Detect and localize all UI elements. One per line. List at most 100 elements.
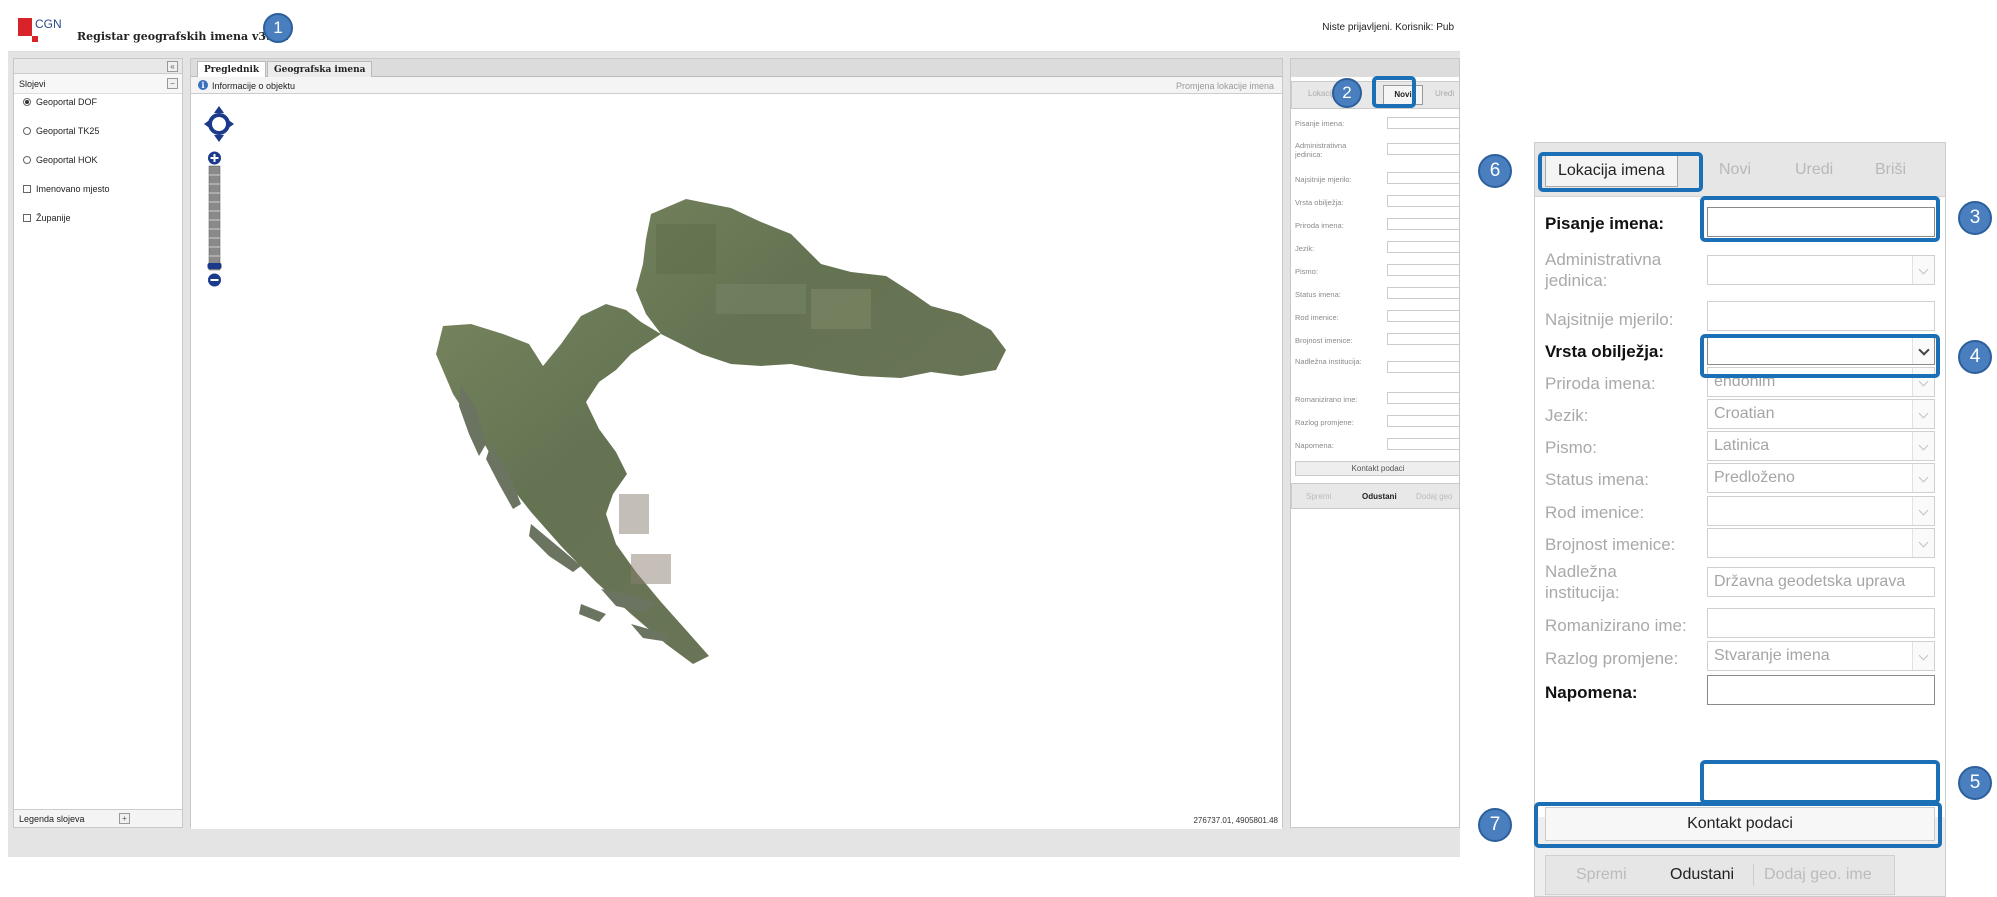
tab-brisi[interactable]: Briši <box>1863 155 1918 187</box>
input-napomena[interactable] <box>1707 675 1935 705</box>
select-razlog-promjene[interactable]: Stvaranje imena <box>1707 641 1935 671</box>
collapse-panel-button[interactable]: « <box>167 61 178 72</box>
label-jezik: Jezik: <box>1545 406 1589 425</box>
tab-uredi-small[interactable]: Uredi <box>1435 89 1454 98</box>
field-input-small[interactable] <box>1387 264 1459 276</box>
chevron-down-icon[interactable] <box>1912 256 1934 284</box>
info-icon[interactable]: i <box>198 80 208 90</box>
select-status-imena[interactable]: Predloženo <box>1707 463 1935 493</box>
select-value: Predloženo <box>1714 469 1795 486</box>
app-header: CGN Registar geografskih imena v3.2.1 Ni… <box>8 8 1460 52</box>
croatia-satellite-map[interactable] <box>431 194 1021 669</box>
expand-legend-button[interactable]: + <box>119 813 130 824</box>
label-najsitnije-mjerilo: Najsitnije mjerilo: <box>1545 310 1674 329</box>
input-romanizirano-ime[interactable] <box>1707 608 1935 638</box>
field-input-small[interactable] <box>1387 143 1459 155</box>
callout-badge-3: 3 <box>1958 201 1992 235</box>
tab-uredi[interactable]: Uredi <box>1783 155 1845 187</box>
dodaj-geo-button-small[interactable]: Dodaj geo <box>1416 492 1452 501</box>
layer-label: Geoportal DOF <box>36 97 98 107</box>
screenshot-canvas: CGN Registar geografskih imena v3.2.1 Ni… <box>0 0 1997 897</box>
field-input-small[interactable] <box>1387 392 1459 404</box>
input-najsitnije-mjerilo[interactable] <box>1707 301 1935 331</box>
odustani-button-small[interactable]: Odustani <box>1362 492 1397 501</box>
field-label-small: Administrativna jedinica: <box>1295 141 1347 159</box>
highlight-vrsta-obiljezja <box>1700 334 1940 378</box>
spremi-button-small[interactable]: Spremi <box>1306 492 1331 501</box>
label-nadlezna-institucija: Nadležna institucija: <box>1545 562 1620 602</box>
dodaj-geo-ime-button[interactable]: Dodaj geo. ime <box>1764 866 1872 884</box>
chevron-down-icon[interactable] <box>1912 497 1934 525</box>
radio-selected-icon[interactable] <box>23 98 31 106</box>
tab-preglednik[interactable]: Preglednik <box>197 61 267 77</box>
field-input-small[interactable] <box>1387 195 1459 207</box>
field-input-small[interactable] <box>1387 310 1459 322</box>
field-input-small[interactable] <box>1387 117 1459 129</box>
map-view[interactable]: 276737.01, 4905801.48 <box>191 94 1282 829</box>
tab-geografska-imena[interactable]: Geografska imena <box>267 61 373 77</box>
chevron-down-icon[interactable] <box>1912 464 1934 492</box>
highlight-pisanje-imena <box>1700 196 1940 242</box>
odustani-button[interactable]: Odustani <box>1670 866 1734 884</box>
input-nadlezna-institucija[interactable]: Državna geodetska uprava <box>1707 567 1935 597</box>
field-label-small: Brojnost imenice: <box>1295 336 1353 345</box>
checkbox-icon[interactable] <box>23 214 31 222</box>
field-input-small[interactable] <box>1387 361 1459 373</box>
highlight-napomena <box>1700 760 1940 804</box>
layers-panel: « Slojevi − Geoportal DOF Geoportal TK25… <box>13 58 183 828</box>
zoom-slider[interactable] <box>207 151 222 288</box>
field-label-small: Vrsta obilježja: <box>1295 198 1344 207</box>
chevron-down-icon[interactable] <box>1912 400 1934 428</box>
pan-control-icon[interactable] <box>202 104 236 144</box>
field-input-small[interactable] <box>1387 415 1459 427</box>
select-rod-imenice[interactable] <box>1707 496 1935 526</box>
legend-bar[interactable]: Legenda slojeva + <box>14 809 182 827</box>
layer-imenovano-mjesto[interactable]: Imenovano mjesto <box>23 184 110 194</box>
label-brojnost-imenice: Brojnost imenice: <box>1545 535 1676 554</box>
select-administrativna-jedinica[interactable] <box>1707 255 1935 285</box>
field-input-small[interactable] <box>1387 438 1459 450</box>
field-input-small[interactable] <box>1387 241 1459 253</box>
object-info-button[interactable]: Informacije o objektu <box>212 81 295 91</box>
layer-zupanije[interactable]: Županije <box>23 213 71 223</box>
field-input-small[interactable] <box>1387 218 1459 230</box>
field-label-small: Status imena: <box>1295 290 1341 299</box>
field-label-small: Napomena: <box>1295 441 1334 450</box>
layer-geoportal-dof[interactable]: Geoportal DOF <box>23 97 97 107</box>
callout-badge-5: 5 <box>1958 766 1992 800</box>
callout-badge-2: 2 <box>1332 78 1362 108</box>
move-location-button[interactable]: Promjena lokacije imena <box>1176 81 1274 91</box>
select-pismo[interactable]: Latinica <box>1707 431 1935 461</box>
kontakt-button-small[interactable]: Kontakt podaci <box>1295 461 1459 476</box>
chevron-down-icon[interactable] <box>1912 529 1934 557</box>
radio-icon[interactable] <box>23 127 31 135</box>
legend-label: Legenda slojeva <box>19 814 85 824</box>
field-label-small: Rod imenice: <box>1295 313 1339 322</box>
callout-badge-7: 7 <box>1478 808 1512 842</box>
checkbox-icon[interactable] <box>23 185 31 193</box>
layer-label: Imenovano mjesto <box>36 184 110 194</box>
chevron-down-icon[interactable] <box>1912 432 1934 460</box>
layers-title-bar: Slojevi − <box>14 74 182 94</box>
name-form: Pisanje imena: Administrativna jedinica:… <box>1535 197 1945 817</box>
spremi-button[interactable]: Spremi <box>1576 866 1627 884</box>
tab-novi[interactable]: Novi <box>1707 155 1763 187</box>
layer-geoportal-hok[interactable]: Geoportal HOK <box>23 155 98 165</box>
label-romanizirano-ime: Romanizirano ime: <box>1545 616 1687 635</box>
layer-geoportal-tk25[interactable]: Geoportal TK25 <box>23 126 99 136</box>
field-input-small[interactable] <box>1387 172 1459 184</box>
logo-text: CGN <box>35 17 62 31</box>
minimize-layers-button[interactable]: − <box>167 78 178 89</box>
select-value: Stvaranje imena <box>1714 647 1830 664</box>
field-input-small[interactable] <box>1387 333 1459 345</box>
layer-label: Županije <box>36 213 71 223</box>
field-input-small[interactable] <box>1387 287 1459 299</box>
select-jezik[interactable]: Croatian <box>1707 399 1935 429</box>
label-rod-imenice: Rod imenice: <box>1545 503 1645 522</box>
label-status-imena: Status imena: <box>1545 470 1649 489</box>
login-status: Niste prijavljeni. Korisnik: Pub <box>1322 22 1454 33</box>
radio-icon[interactable] <box>23 156 31 164</box>
select-brojnost-imenice[interactable] <box>1707 528 1935 558</box>
form-panel-header <box>1291 59 1459 77</box>
chevron-down-icon[interactable] <box>1912 642 1934 670</box>
